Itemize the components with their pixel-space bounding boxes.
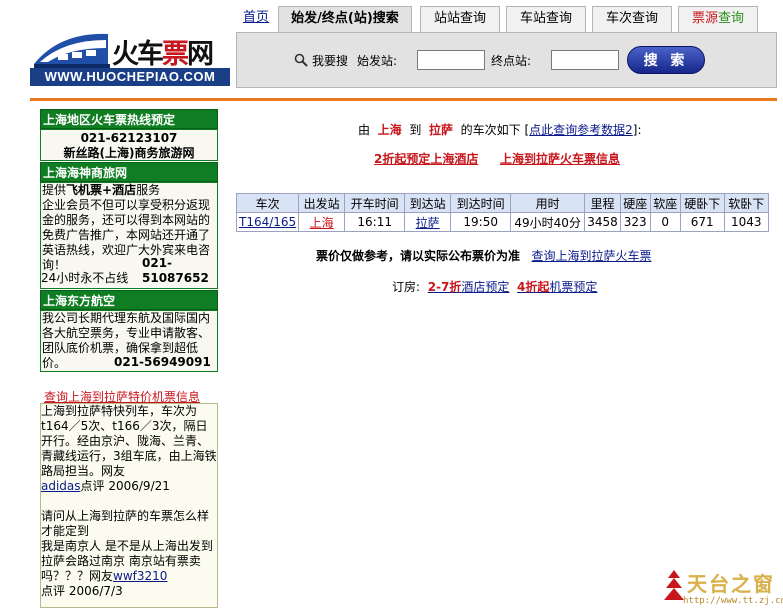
pagoda-icon bbox=[664, 570, 684, 600]
to-label: 终点站: bbox=[491, 54, 532, 68]
arrive-time: 19:50 bbox=[450, 212, 512, 232]
hotline-phone: 021-62123107 bbox=[80, 131, 178, 145]
query-tickets-link[interactable]: 查询上海到拉萨火车票 bbox=[531, 249, 651, 263]
shenshang-title[interactable]: 上海海神商旅网 bbox=[40, 162, 218, 182]
table-header-row: 车次 出发站 开车时间 到达站 到达时间 用时 里程 硬座 软座 硬卧下 软卧下 bbox=[235, 193, 769, 213]
shenshang-intro: 提供飞机票+酒店服务 bbox=[42, 183, 161, 197]
comment-2: 请问从上海到拉萨的车票怎么样才能定到 我是南京人 是不是从上海出发到拉萨会路过南… bbox=[41, 509, 213, 598]
comment-user-link[interactable]: adidas bbox=[41, 479, 81, 493]
hard-sleeper-price: 671 bbox=[679, 212, 725, 232]
tab-ticket-source[interactable]: 票源查询 bbox=[678, 6, 758, 32]
promo-links: 2折起预定上海酒店 上海到拉萨火车票信息 bbox=[374, 150, 620, 167]
tab-home[interactable]: 首页 bbox=[236, 6, 276, 32]
eastern-title[interactable]: 上海东方航空 bbox=[40, 290, 218, 310]
col-depart-station: 出发站 bbox=[298, 193, 346, 213]
col-arrive-station: 到达站 bbox=[404, 193, 452, 213]
col-soft-sleeper: 软卧下 bbox=[723, 193, 769, 213]
eastern-airline-panel: 上海东方航空 我公司长期代理东航及国际国内各大航空票务，专业申请散客、团队底价机… bbox=[40, 290, 218, 372]
soft-seat-price: 0 bbox=[649, 212, 681, 232]
comment-1: 上海到拉萨特快列车，车次为t164／5次、t166／3次，隔日开行。经由京沪、陇… bbox=[41, 404, 217, 493]
eastern-phone: 021-56949091 bbox=[114, 355, 211, 369]
train-table: 车次 出发站 开车时间 到达站 到达时间 用时 里程 硬座 软座 硬卧下 软卧下… bbox=[235, 193, 769, 232]
from-station: 上海 bbox=[377, 123, 402, 137]
table-row: T164/165 上海 16:11 拉萨 19:50 49小时40分 3458 … bbox=[235, 212, 769, 232]
col-arrive-time: 到达时间 bbox=[450, 193, 512, 213]
train-number-link[interactable]: T164/165 bbox=[239, 215, 296, 229]
shenshang-hours: 24小时永不占线 bbox=[41, 271, 129, 285]
col-duration: 用时 bbox=[510, 193, 586, 213]
flight-booking-link[interactable]: 4折起机票预定 bbox=[517, 280, 597, 294]
booking-links: 订房: 2-7折酒店预定 4折起机票预定 bbox=[392, 280, 598, 294]
tab-station-to-station[interactable]: 站站查询 bbox=[420, 6, 500, 32]
logo-text: 火车票网 bbox=[112, 39, 214, 70]
col-hard-seat: 硬座 bbox=[619, 193, 651, 213]
distance: 3458 bbox=[584, 212, 621, 232]
header-divider bbox=[30, 98, 777, 101]
from-label: 始发站: bbox=[357, 54, 398, 68]
arrive-station-link[interactable]: 拉萨 bbox=[416, 216, 440, 230]
search-button[interactable]: 搜 索 bbox=[627, 46, 705, 74]
top-nav: 首页 始发/终点(站)搜索 站站查询 车站查询 车次查询 票源查询 bbox=[236, 6, 777, 32]
to-station-input[interactable] bbox=[551, 50, 619, 70]
shenshang-phone: 021-51087652 bbox=[142, 256, 209, 285]
col-hard-sleeper: 硬卧下 bbox=[679, 193, 725, 213]
hard-seat-price: 323 bbox=[619, 212, 651, 232]
reference-data-link[interactable]: 点此查询参考数据2 bbox=[529, 123, 633, 137]
hotel-promo-link[interactable]: 2折起预定上海酒店 bbox=[374, 152, 478, 166]
tab-train-query[interactable]: 车次查询 bbox=[592, 6, 672, 32]
hotel-booking-link[interactable]: 2-7折酒店预定 bbox=[428, 280, 510, 294]
search-icon bbox=[294, 53, 308, 67]
tab-start-end-search[interactable]: 始发/终点(站)搜索 bbox=[278, 6, 412, 32]
to-station: 拉萨 bbox=[428, 123, 453, 137]
col-depart-time: 开车时间 bbox=[344, 193, 406, 213]
price-note: 票价仅做参考，请以实际公布票价为准 查询上海到拉萨火车票 bbox=[316, 249, 652, 263]
watermark: 天台之窗 http://www.tt.zj.cn bbox=[663, 566, 783, 610]
depart-time: 16:11 bbox=[344, 212, 406, 232]
comment-user-link[interactable]: wwf3210 bbox=[113, 569, 167, 583]
hotline-panel: 上海地区火车票热线预定 021-62123107 新丝路(上海)商务旅游网 bbox=[40, 109, 218, 161]
user-comments: 上海到拉萨特快列车，车次为t164／5次、t166／3次，隔日开行。经由京沪、陇… bbox=[40, 403, 218, 608]
hotline-company: 新丝路(上海)商务旅游网 bbox=[63, 146, 195, 160]
ticket-info-link[interactable]: 上海到拉萨火车票信息 bbox=[500, 152, 620, 166]
col-soft-seat: 软座 bbox=[649, 193, 681, 213]
col-distance: 里程 bbox=[584, 193, 621, 213]
hotline-title: 上海地区火车票热线预定 bbox=[40, 109, 218, 129]
search-prompt: 我要搜 bbox=[312, 54, 349, 68]
depart-station-link[interactable]: 上海 bbox=[310, 216, 334, 230]
route-intro: 由 上海 到 拉萨 的车次如下 [点此查询参考数据2]: bbox=[358, 123, 642, 137]
col-train-no: 车次 bbox=[235, 193, 300, 213]
tab-station-query[interactable]: 车站查询 bbox=[506, 6, 586, 32]
soft-sleeper-price: 1043 bbox=[723, 212, 769, 232]
logo-url: WWW.HUOCHEPIAO.COM bbox=[30, 68, 230, 86]
shenshang-panel: 上海海神商旅网 提供飞机票+酒店服务 企业会员不但可以享受积分返现金的服务，还可… bbox=[40, 162, 218, 289]
search-bar: 我要搜 始发站: 终点站: 搜 索 bbox=[236, 32, 777, 88]
duration: 49小时40分 bbox=[510, 212, 586, 232]
from-station-input[interactable] bbox=[417, 50, 485, 70]
